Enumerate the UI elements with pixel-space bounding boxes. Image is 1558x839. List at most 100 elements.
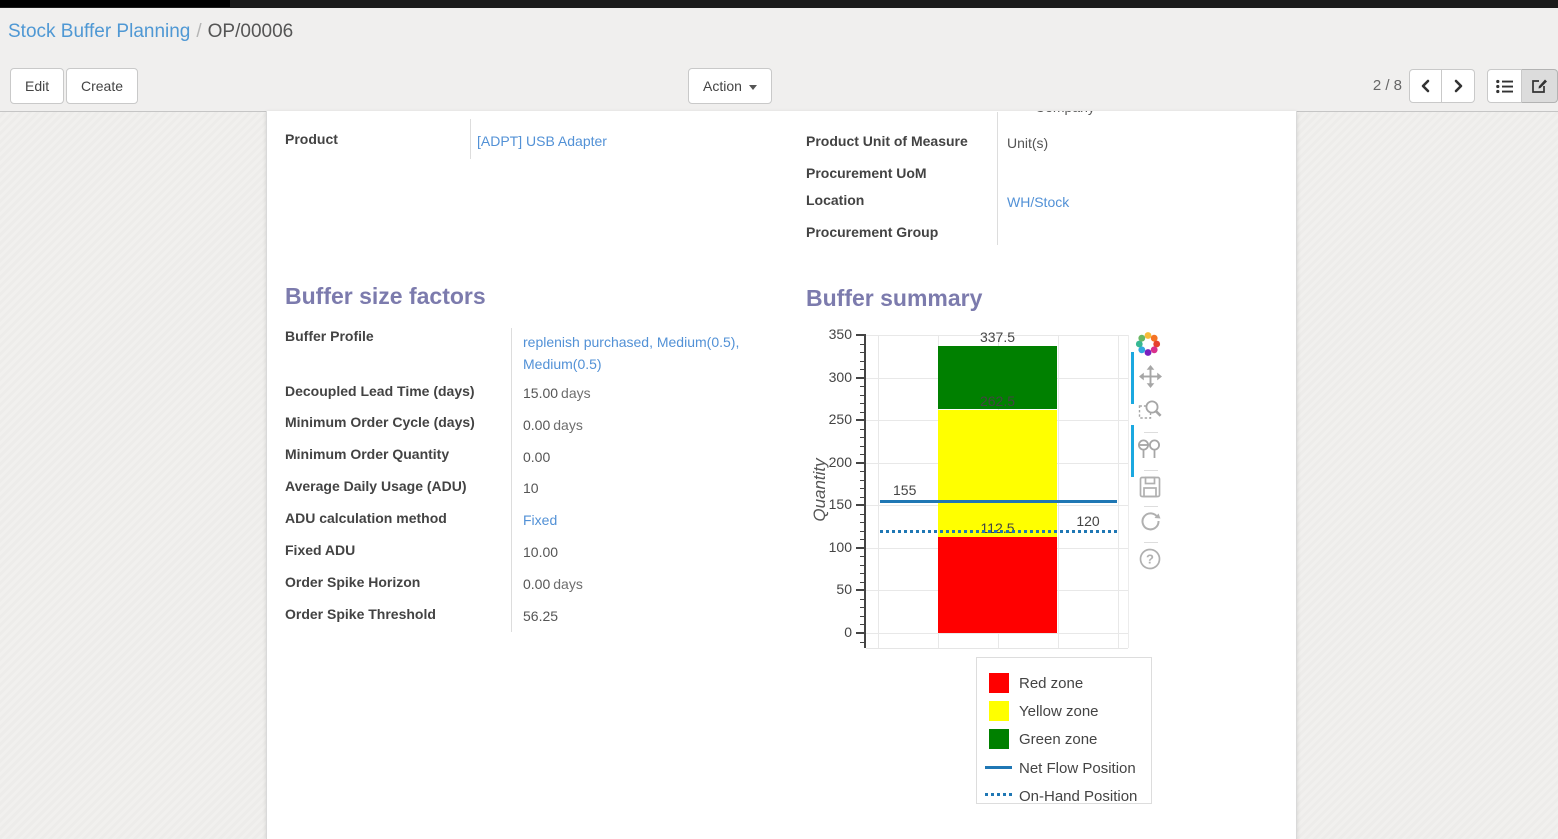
legend-label: On-Hand Position — [1019, 788, 1137, 805]
field-label-product-uom: Product Unit of Measure — [806, 133, 968, 149]
group-separator — [470, 119, 471, 159]
zone-value-label: 112.5 — [938, 520, 1057, 536]
buffer-size-factors-title: Buffer size factors — [285, 283, 486, 310]
legend-swatch-square — [989, 701, 1009, 721]
line-on-hand-position[interactable] — [880, 530, 1117, 533]
legend-label: Red zone — [1019, 675, 1083, 692]
field-label-min-order-qty: Minimum Order Quantity — [285, 446, 449, 462]
modebar-active-indicator — [1131, 425, 1134, 477]
field-label-adu-method: ADU calculation method — [285, 510, 447, 526]
chart-y-tick-label: 250 — [806, 411, 852, 427]
action-dropdown-button[interactable]: Action — [688, 68, 772, 104]
compare-hover-pins-icon[interactable] — [1137, 438, 1162, 461]
legend-swatch-line — [985, 766, 1012, 769]
chart-gridline-v — [878, 335, 879, 648]
breadcrumb-parent-link[interactable]: Stock Buffer Planning — [8, 21, 190, 42]
field-value-location-link[interactable]: WH/Stock — [1007, 194, 1069, 210]
edit-form-icon — [1531, 78, 1548, 94]
legend-label: Yellow zone — [1019, 703, 1099, 720]
modebar-separator — [1144, 470, 1158, 471]
edit-button[interactable]: Edit — [10, 68, 64, 104]
list-icon — [1496, 79, 1513, 94]
field-label-fixed-adu: Fixed ADU — [285, 542, 355, 558]
field-value-order-spike-threshold: 56.25 — [523, 608, 558, 624]
pager-next-button[interactable] — [1442, 69, 1475, 103]
line-value-label: 155 — [893, 482, 916, 498]
field-label-buffer-profile: Buffer Profile — [285, 328, 374, 344]
create-button[interactable]: Create — [66, 68, 138, 104]
buffer-summary-title: Buffer summary — [806, 285, 982, 312]
field-value-buffer-profile-link[interactable]: replenish purchased, Medium(0.5), Medium… — [523, 331, 775, 375]
breadcrumb: Stock Buffer Planning/OP/00006 — [8, 21, 293, 43]
clipped-top-field-value: Company — [1035, 111, 1155, 118]
legend-item-green-zone[interactable]: Green zone — [977, 729, 1151, 753]
caret-down-icon — [749, 85, 757, 90]
modebar-active-indicator — [1131, 352, 1134, 404]
field-value-min-order-cycle: 0.00days — [523, 417, 583, 433]
field-label-order-spike-horizon: Order Spike Horizon — [285, 574, 420, 590]
field-value-adu: 10 — [523, 480, 539, 496]
zone-value-label: 262.5 — [938, 393, 1057, 409]
legend-label: Net Flow Position — [1019, 760, 1136, 777]
chart-gridline-v — [1118, 335, 1119, 648]
chevron-left-icon — [1419, 79, 1433, 93]
chart-y-tick-label: 300 — [806, 369, 852, 385]
chevron-right-icon — [1451, 79, 1465, 93]
field-label-product: Product — [285, 131, 338, 147]
zone-bar-yellow-zone[interactable] — [938, 410, 1057, 538]
save-floppy-icon[interactable] — [1139, 476, 1161, 498]
group-separator — [511, 328, 512, 632]
field-value-dlt: 15.00days — [523, 385, 591, 401]
box-zoom-icon[interactable] — [1138, 398, 1162, 422]
pager-value: 2 / 8 — [1362, 77, 1402, 94]
help-icon[interactable]: ? — [1139, 548, 1161, 570]
chart-y-tick-label: 200 — [806, 454, 852, 470]
field-value-order-spike-horizon: 0.00days — [523, 576, 583, 592]
field-label-order-spike-threshold: Order Spike Threshold — [285, 606, 436, 622]
view-switch-form-button[interactable] — [1522, 69, 1558, 103]
breadcrumb-separator: / — [190, 21, 207, 42]
legend-item-net-flow-position[interactable]: Net Flow Position — [977, 758, 1151, 782]
chart-y-tick-label: 350 — [806, 326, 852, 342]
field-value-product-link[interactable]: [ADPT] USB Adapter — [477, 133, 607, 149]
field-label-location: Location — [806, 192, 864, 208]
zone-bar-red-zone[interactable] — [938, 537, 1057, 633]
modebar-separator — [1144, 542, 1158, 543]
legend-label: Green zone — [1019, 731, 1097, 748]
legend-item-yellow-zone[interactable]: Yellow zone — [977, 701, 1151, 725]
reset-axes-icon[interactable] — [1139, 510, 1161, 532]
group-separator — [997, 112, 998, 245]
modebar-separator — [1144, 432, 1158, 433]
chart-plot-right-edge — [1128, 335, 1129, 648]
field-label-dlt: Decoupled Lead Time (days) — [285, 383, 475, 399]
chart-legend: Red zone Yellow zone Green zone Net Flow Po… — [976, 657, 1152, 804]
top-menu-bar-left-segment — [0, 0, 230, 7]
chart-y-tick-label: 150 — [806, 496, 852, 512]
field-value-fixed-adu: 10.00 — [523, 544, 558, 560]
legend-item-red-zone[interactable]: Red zone — [977, 673, 1151, 697]
pan-icon[interactable] — [1139, 365, 1162, 388]
field-value-min-order-qty: 0.00 — [523, 449, 550, 465]
legend-swatch-square — [989, 729, 1009, 749]
chart-plot-bottom-edge — [866, 648, 1128, 649]
view-switch-list-button[interactable] — [1487, 69, 1522, 103]
legend-item-on-hand-position[interactable]: On-Hand Position — [977, 786, 1151, 810]
chart-gridline-v — [1058, 335, 1059, 648]
pager-previous-button[interactable] — [1409, 69, 1442, 103]
modebar-separator — [1144, 506, 1158, 507]
top-menu-bar — [0, 0, 1558, 8]
legend-swatch-dots — [985, 793, 1012, 796]
field-label-procurement-uom: Procurement UoM — [806, 165, 927, 181]
field-value-adu-method-link[interactable]: Fixed — [523, 512, 557, 528]
field-value-product-uom: Unit(s) — [1007, 135, 1048, 151]
breadcrumb-current: OP/00006 — [208, 21, 294, 42]
plotly-logo-icon[interactable] — [1135, 331, 1161, 357]
chart-y-axis-line — [864, 334, 866, 648]
chart-gridline-h — [866, 633, 1128, 634]
legend-swatch-square — [989, 673, 1009, 693]
line-net-flow-position[interactable] — [880, 500, 1117, 503]
field-label-min-order-cycle: Minimum Order Cycle (days) — [285, 414, 475, 430]
line-value-label: 120 — [1068, 513, 1108, 529]
chart-y-tick-label: 100 — [806, 539, 852, 555]
chart-y-tick-label: 0 — [806, 624, 852, 640]
